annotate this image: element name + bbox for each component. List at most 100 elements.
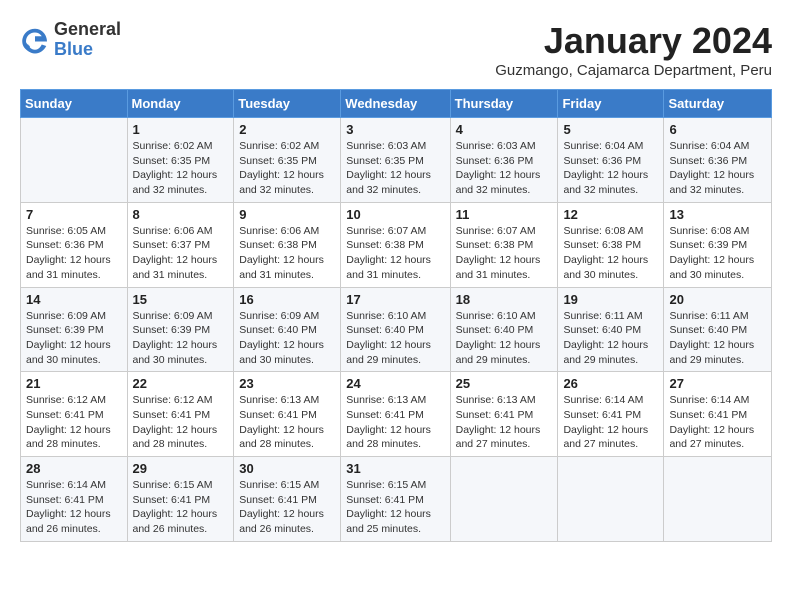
day-number: 20 <box>669 292 766 307</box>
month-title: January 2024 <box>495 20 772 62</box>
header-saturday: Saturday <box>664 90 772 118</box>
page-header: General Blue January 2024 Guzmango, Caja… <box>20 20 772 79</box>
header-sunday: Sunday <box>21 90 128 118</box>
table-row: 3 Sunrise: 6:03 AM Sunset: 6:35 PM Daylig… <box>341 118 450 203</box>
table-row: 23 Sunrise: 6:13 AM Sunset: 6:41 PM Dayli… <box>234 372 341 457</box>
day-number: 28 <box>26 461 122 476</box>
day-number: 16 <box>239 292 335 307</box>
table-row: 6Sunrise: 6:04 AM Sunset: 6:36 PM Daylig… <box>664 118 772 203</box>
table-row: 11 Sunrise: 6:07 AM Sunset: 6:38 PM Dayli… <box>450 202 558 287</box>
day-info: Sunrise: 6:13 AM Sunset: 6:41 PM Dayligh… <box>456 393 553 452</box>
header-monday: Monday <box>127 90 234 118</box>
day-number: 17 <box>346 292 444 307</box>
day-number: 7 <box>26 207 122 222</box>
day-number: 3 <box>346 122 444 137</box>
day-number: 12 <box>563 207 658 222</box>
table-row: 18Sunrise: 6:10 AM Sunset: 6:40 PM Dayli… <box>450 287 558 372</box>
day-number: 31 <box>346 461 444 476</box>
logo-text: General Blue <box>54 20 121 60</box>
table-row: 22 Sunrise: 6:12 AM Sunset: 6:41 PM Dayli… <box>127 372 234 457</box>
table-row: 27Sunrise: 6:14 AM Sunset: 6:41 PM Dayli… <box>664 372 772 457</box>
day-number: 5 <box>563 122 658 137</box>
day-number: 2 <box>239 122 335 137</box>
day-info: Sunrise: 6:13 AM Sunset: 6:41 PM Dayligh… <box>346 393 444 452</box>
table-row: 17 Sunrise: 6:10 AM Sunset: 6:40 PM Dayli… <box>341 287 450 372</box>
day-info: Sunrise: 6:04 AM Sunset: 6:36 PM Dayligh… <box>563 139 658 198</box>
table-row <box>21 118 128 203</box>
table-row <box>664 457 772 542</box>
day-info: Sunrise: 6:09 AM Sunset: 6:39 PM Dayligh… <box>133 309 229 368</box>
logo-icon <box>20 25 50 55</box>
day-info: Sunrise: 6:07 AM Sunset: 6:38 PM Dayligh… <box>456 224 553 283</box>
day-number: 26 <box>563 376 658 391</box>
day-info: Sunrise: 6:11 AM Sunset: 6:40 PM Dayligh… <box>563 309 658 368</box>
table-row: 16 Sunrise: 6:09 AM Sunset: 6:40 PM Dayli… <box>234 287 341 372</box>
weekday-header-row: Sunday Monday Tuesday Wednesday Thursday… <box>21 90 772 118</box>
day-number: 11 <box>456 207 553 222</box>
day-number: 23 <box>239 376 335 391</box>
day-info: Sunrise: 6:07 AM Sunset: 6:38 PM Dayligh… <box>346 224 444 283</box>
day-info: Sunrise: 6:12 AM Sunset: 6:41 PM Dayligh… <box>133 393 229 452</box>
day-number: 18 <box>456 292 553 307</box>
day-number: 22 <box>133 376 229 391</box>
table-row: 13 Sunrise: 6:08 AM Sunset: 6:39 PM Dayli… <box>664 202 772 287</box>
day-number: 9 <box>239 207 335 222</box>
table-row: 19Sunrise: 6:11 AM Sunset: 6:40 PM Dayli… <box>558 287 664 372</box>
day-info: Sunrise: 6:03 AM Sunset: 6:36 PM Dayligh… <box>456 139 553 198</box>
table-row <box>450 457 558 542</box>
day-number: 13 <box>669 207 766 222</box>
table-row: 9Sunrise: 6:06 AM Sunset: 6:38 PM Daylig… <box>234 202 341 287</box>
table-row: 24 Sunrise: 6:13 AM Sunset: 6:41 PM Dayli… <box>341 372 450 457</box>
table-row: 25 Sunrise: 6:13 AM Sunset: 6:41 PM Dayli… <box>450 372 558 457</box>
day-info: Sunrise: 6:05 AM Sunset: 6:36 PM Dayligh… <box>26 224 122 283</box>
day-info: Sunrise: 6:15 AM Sunset: 6:41 PM Dayligh… <box>346 478 444 537</box>
header-tuesday: Tuesday <box>234 90 341 118</box>
day-number: 25 <box>456 376 553 391</box>
table-row: 21 Sunrise: 6:12 AM Sunset: 6:41 PM Dayli… <box>21 372 128 457</box>
table-row: 10Sunrise: 6:07 AM Sunset: 6:38 PM Dayli… <box>341 202 450 287</box>
day-number: 29 <box>133 461 229 476</box>
table-row: 12 Sunrise: 6:08 AM Sunset: 6:38 PM Dayli… <box>558 202 664 287</box>
table-row <box>558 457 664 542</box>
day-info: Sunrise: 6:02 AM Sunset: 6:35 PM Dayligh… <box>133 139 229 198</box>
day-info: Sunrise: 6:14 AM Sunset: 6:41 PM Dayligh… <box>26 478 122 537</box>
table-row: 8Sunrise: 6:06 AM Sunset: 6:37 PM Daylig… <box>127 202 234 287</box>
header-friday: Friday <box>558 90 664 118</box>
day-info: Sunrise: 6:12 AM Sunset: 6:41 PM Dayligh… <box>26 393 122 452</box>
day-number: 8 <box>133 207 229 222</box>
day-info: Sunrise: 6:11 AM Sunset: 6:40 PM Dayligh… <box>669 309 766 368</box>
day-info: Sunrise: 6:08 AM Sunset: 6:39 PM Dayligh… <box>669 224 766 283</box>
day-info: Sunrise: 6:13 AM Sunset: 6:41 PM Dayligh… <box>239 393 335 452</box>
table-row: 30 Sunrise: 6:15 AM Sunset: 6:41 PM Dayli… <box>234 457 341 542</box>
day-number: 4 <box>456 122 553 137</box>
day-number: 15 <box>133 292 229 307</box>
logo: General Blue <box>20 20 121 60</box>
day-number: 21 <box>26 376 122 391</box>
day-number: 14 <box>26 292 122 307</box>
table-row: 31 Sunrise: 6:15 AM Sunset: 6:41 PM Dayli… <box>341 457 450 542</box>
table-row: 7 Sunrise: 6:05 AM Sunset: 6:36 PM Daylig… <box>21 202 128 287</box>
day-info: Sunrise: 6:09 AM Sunset: 6:40 PM Dayligh… <box>239 309 335 368</box>
day-number: 6 <box>669 122 766 137</box>
location-text: Guzmango, Cajamarca Department, Peru <box>495 62 772 79</box>
title-section: January 2024 Guzmango, Cajamarca Departm… <box>495 20 772 79</box>
day-info: Sunrise: 6:02 AM Sunset: 6:35 PM Dayligh… <box>239 139 335 198</box>
day-info: Sunrise: 6:10 AM Sunset: 6:40 PM Dayligh… <box>346 309 444 368</box>
calendar-week-row: 7 Sunrise: 6:05 AM Sunset: 6:36 PM Daylig… <box>21 202 772 287</box>
table-row: 28 Sunrise: 6:14 AM Sunset: 6:41 PM Dayli… <box>21 457 128 542</box>
table-row: 20 Sunrise: 6:11 AM Sunset: 6:40 PM Dayli… <box>664 287 772 372</box>
day-number: 30 <box>239 461 335 476</box>
header-wednesday: Wednesday <box>341 90 450 118</box>
table-row: 5 Sunrise: 6:04 AM Sunset: 6:36 PM Daylig… <box>558 118 664 203</box>
table-row: 26Sunrise: 6:14 AM Sunset: 6:41 PM Dayli… <box>558 372 664 457</box>
calendar-week-row: 14 Sunrise: 6:09 AM Sunset: 6:39 PM Dayli… <box>21 287 772 372</box>
logo-general-text: General <box>54 20 121 40</box>
day-info: Sunrise: 6:08 AM Sunset: 6:38 PM Dayligh… <box>563 224 658 283</box>
table-row: 4 Sunrise: 6:03 AM Sunset: 6:36 PM Daylig… <box>450 118 558 203</box>
day-info: Sunrise: 6:03 AM Sunset: 6:35 PM Dayligh… <box>346 139 444 198</box>
calendar-week-row: 1 Sunrise: 6:02 AM Sunset: 6:35 PM Daylig… <box>21 118 772 203</box>
day-number: 24 <box>346 376 444 391</box>
day-info: Sunrise: 6:15 AM Sunset: 6:41 PM Dayligh… <box>239 478 335 537</box>
day-number: 1 <box>133 122 229 137</box>
day-info: Sunrise: 6:15 AM Sunset: 6:41 PM Dayligh… <box>133 478 229 537</box>
